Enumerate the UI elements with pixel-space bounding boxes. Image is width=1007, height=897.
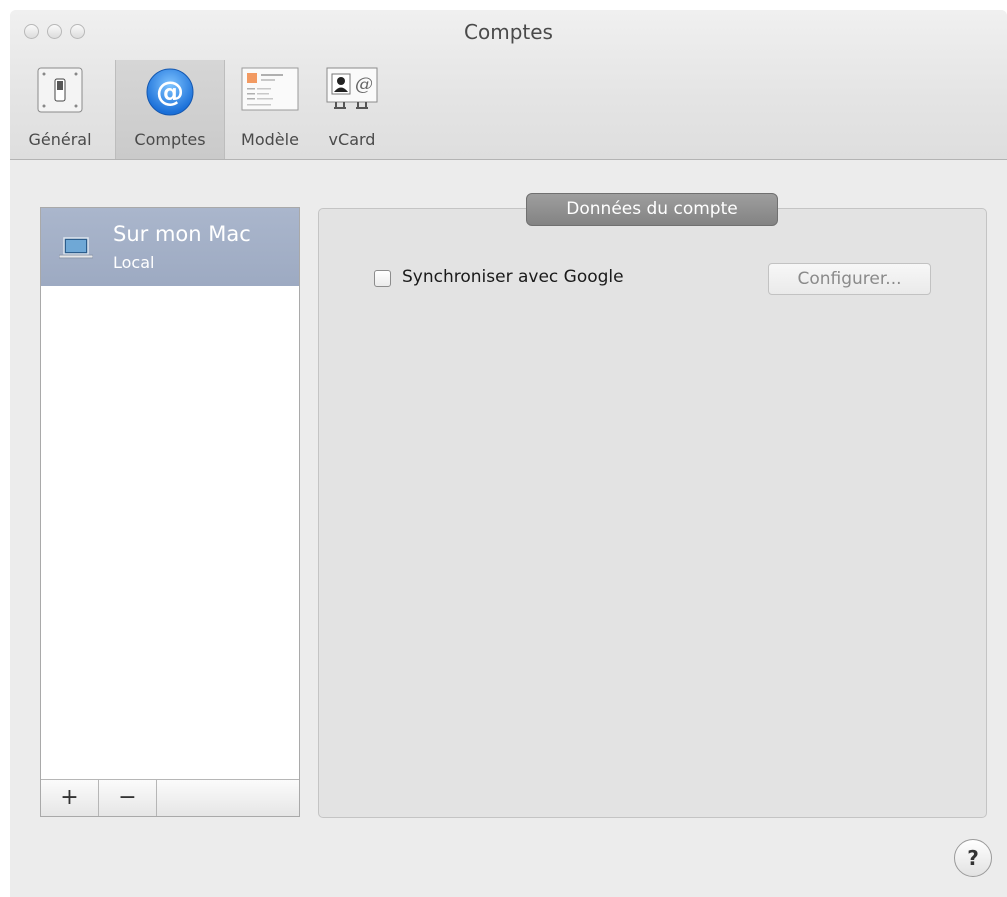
laptop-icon: [58, 236, 94, 264]
window-title: Comptes: [464, 20, 553, 44]
toolbar-item-accounts[interactable]: @ Comptes: [115, 60, 225, 159]
general-switch-icon: [37, 67, 83, 117]
toolbar-item-label: Général: [28, 130, 92, 149]
account-name: Sur mon Mac: [113, 222, 251, 246]
help-button[interactable]: ?: [954, 839, 992, 877]
sync-google-label[interactable]: Synchroniser avec Google: [402, 267, 624, 287]
toolbar-item-template[interactable]: Modèle: [228, 60, 312, 159]
toolbar-item-vcard[interactable]: @ vCard: [316, 60, 388, 159]
preferences-window: Comptes Général @ Comptes Modèle @ vCard…: [10, 10, 1007, 897]
account-list[interactable]: Sur mon Mac Local + −: [40, 207, 300, 817]
toolbar-item-label: Comptes: [134, 130, 206, 149]
remove-account-button[interactable]: −: [99, 780, 157, 816]
toolbar-item-label: vCard: [328, 130, 376, 149]
at-sign-icon: @: [145, 67, 195, 121]
template-card-icon: [241, 67, 299, 115]
svg-text:@: @: [156, 75, 184, 108]
account-list-footer: + −: [41, 779, 299, 816]
account-details-box: [318, 208, 987, 818]
account-details-title: Données du compte: [526, 193, 778, 226]
sync-google-checkbox[interactable]: [374, 270, 391, 287]
toolbar-item-label: Modèle: [241, 130, 299, 149]
configure-button[interactable]: Configurer...: [768, 263, 931, 295]
toolbar-item-general[interactable]: Général: [10, 60, 110, 159]
add-account-button[interactable]: +: [41, 780, 99, 816]
vcard-icon: @: [326, 67, 378, 115]
svg-text:@: @: [355, 74, 373, 95]
title-bar: Comptes Général @ Comptes Modèle @ vCard: [10, 10, 1007, 160]
account-row-sur-mon-mac[interactable]: Sur mon Mac Local: [41, 208, 299, 286]
account-type: Local: [113, 253, 155, 272]
